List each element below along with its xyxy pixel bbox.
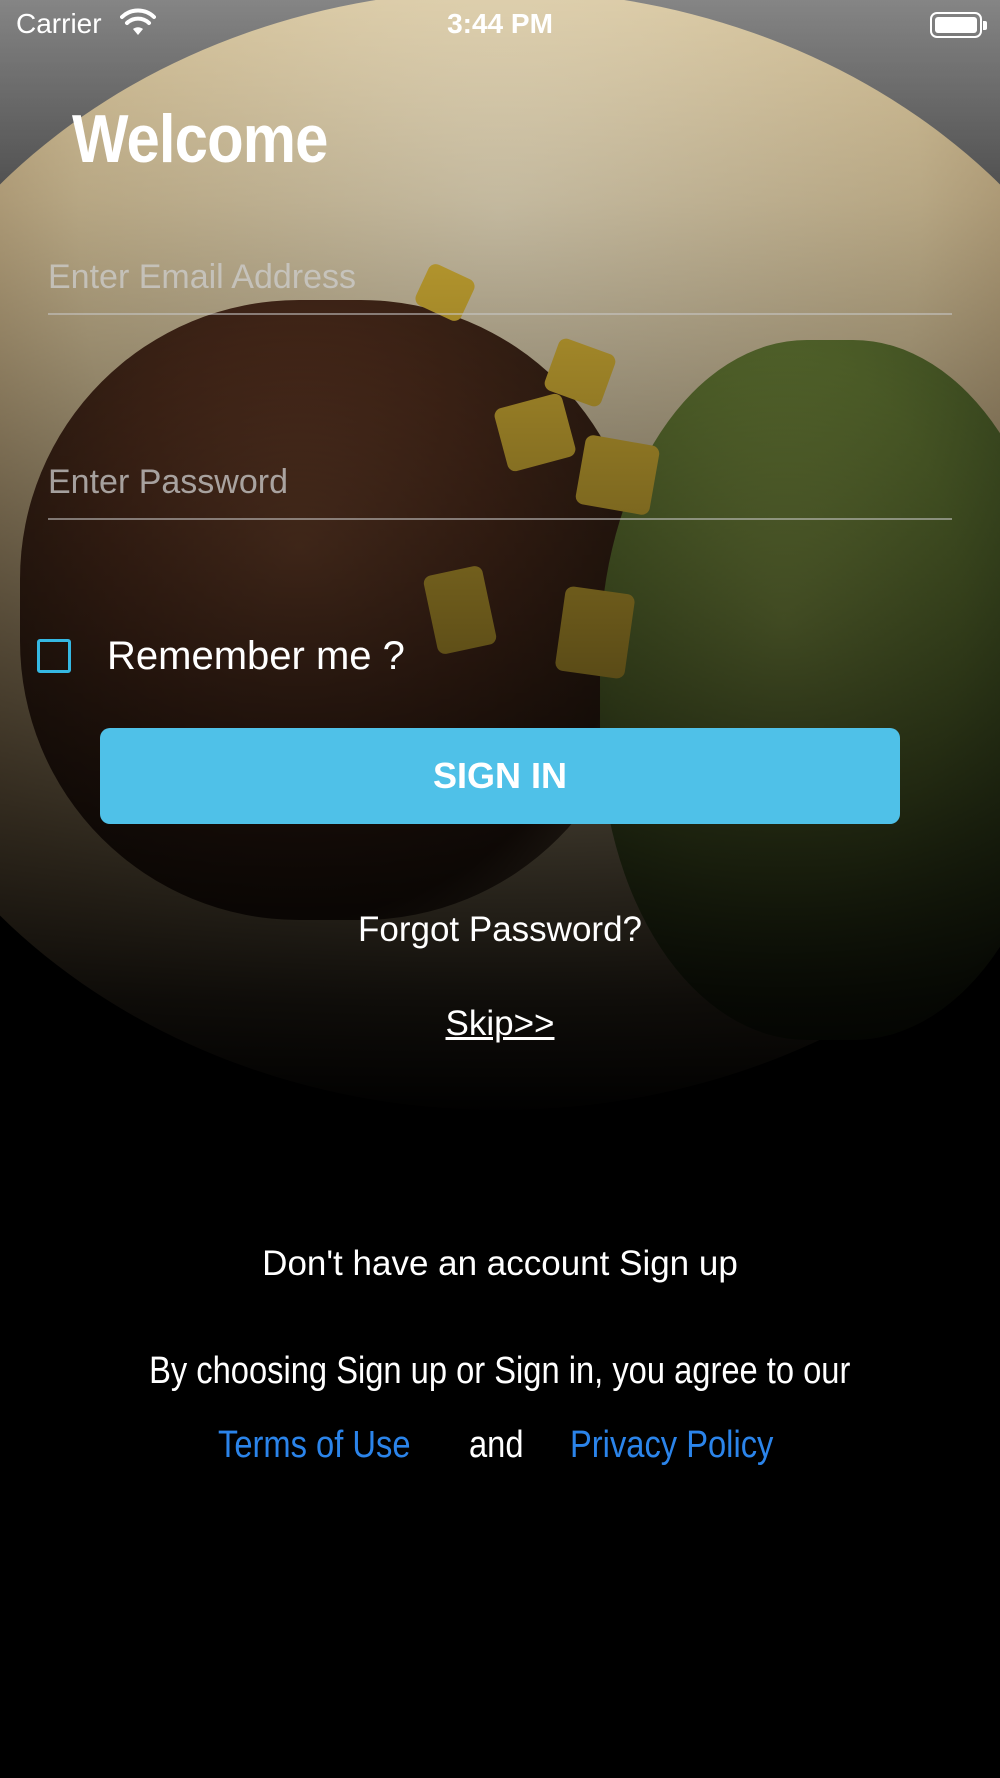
page-title: Welcome [72,101,328,177]
email-input[interactable] [48,245,952,309]
password-field-container [48,450,952,520]
email-field-container [48,245,952,315]
agreement-text: By choosing Sign up or Sign in, you agre… [0,1350,1000,1393]
sign-in-button[interactable]: SIGN IN [100,728,900,824]
terms-of-use-link[interactable]: Terms of Use [218,1424,410,1467]
password-input[interactable] [48,450,952,514]
and-text: and [469,1424,524,1466]
skip-link[interactable]: Skip>> [0,1004,1000,1044]
battery-icon [930,12,987,38]
remember-me-checkbox[interactable] [37,639,71,673]
status-bar: Carrier 3:44 PM [0,0,1000,52]
clock-time: 3:44 PM [447,8,553,39]
skip-link-label[interactable]: Skip>> [446,1004,555,1043]
forgot-password-link[interactable]: Forgot Password? [0,910,1000,950]
privacy-policy-link[interactable]: Privacy Policy [570,1424,773,1467]
agreement-text-label: By choosing Sign up or Sign in, you agre… [149,1350,851,1392]
sign-up-link[interactable]: Don't have an account Sign up [0,1244,1000,1284]
remember-me-label: Remember me ? [107,634,405,678]
